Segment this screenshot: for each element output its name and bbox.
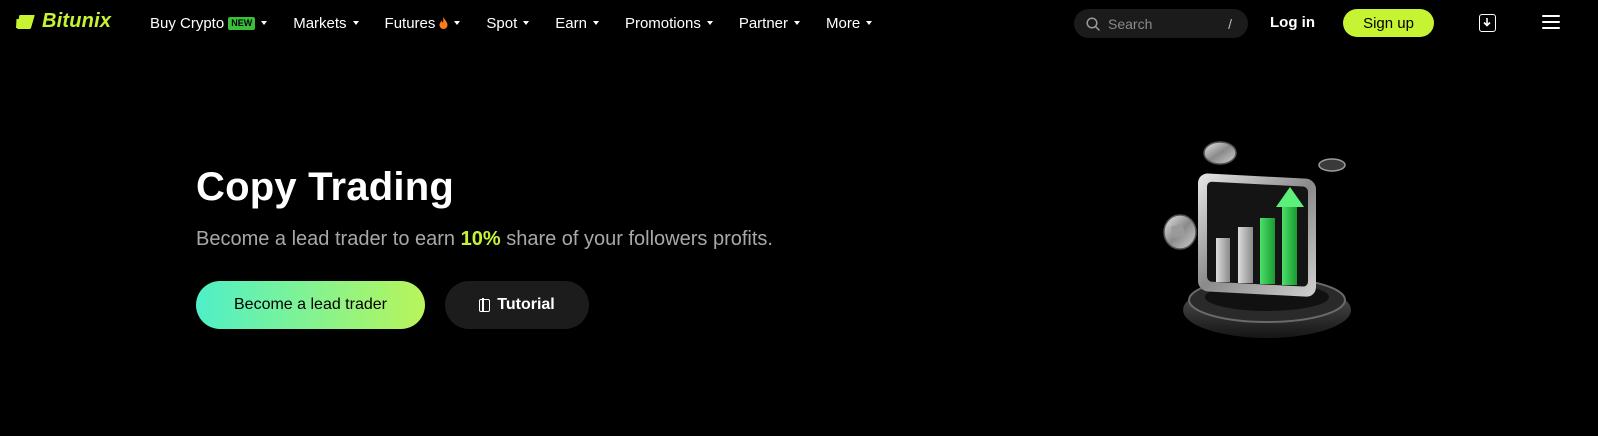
nav-label: Earn: [555, 14, 587, 32]
nav-label: More: [826, 14, 861, 32]
download-app-icon[interactable]: [1479, 14, 1496, 32]
nav-earn[interactable]: Earn: [555, 15, 599, 32]
brand-logo-icon: [16, 14, 35, 29]
chevron-down-icon: [523, 21, 530, 25]
nav-label: Promotions: [624, 14, 701, 32]
subtitle-highlight: 10%: [460, 228, 501, 250]
search-placeholder: Search: [1108, 15, 1153, 32]
chevron-down-icon: [866, 21, 873, 25]
chevron-down-icon: [454, 21, 461, 25]
search-shortcut-hint: /: [1228, 15, 1232, 32]
fire-icon: [439, 17, 448, 29]
nav-label: Buy Crypto: [150, 14, 225, 32]
signup-button[interactable]: Sign up: [1343, 9, 1434, 37]
main-nav: Buy Crypto NEW Markets Futures Spot Earn…: [150, 0, 898, 46]
nav-partner[interactable]: Partner: [738, 14, 801, 32]
search-icon: [1086, 16, 1100, 31]
brand-name: Bitunix: [42, 10, 112, 32]
search-input[interactable]: Search /: [1074, 9, 1248, 38]
become-lead-trader-button[interactable]: Become a lead trader: [196, 281, 425, 329]
chevron-down-icon: [592, 21, 599, 25]
nav-more[interactable]: More: [826, 14, 873, 32]
nav-futures[interactable]: Futures: [385, 15, 461, 32]
nav-label: Partner: [738, 14, 789, 32]
page-title: Copy Trading: [196, 165, 454, 209]
nav-buy-crypto[interactable]: Buy Crypto NEW: [150, 14, 268, 32]
tutorial-label: Tutorial: [497, 296, 555, 313]
nav-markets[interactable]: Markets: [293, 14, 359, 32]
nav-label: Spot: [486, 14, 518, 32]
chevron-down-icon: [706, 21, 713, 25]
nav-promotions[interactable]: Promotions: [625, 15, 713, 32]
chevron-down-icon: [352, 21, 359, 25]
download-arrow-icon: [1483, 18, 1491, 27]
nav-label: Markets: [293, 14, 347, 32]
brand-logo[interactable]: Bitunix: [16, 10, 111, 33]
top-navigation-bar: Bitunix Buy Crypto NEW Markets Futures S…: [0, 0, 1598, 46]
rising-bar-chart-illustration: [1163, 141, 1351, 338]
nav-label: Futures: [384, 14, 436, 32]
subtitle-text: Become a lead trader to earn: [196, 228, 461, 250]
login-link[interactable]: Log in: [1270, 14, 1315, 31]
tutorial-button[interactable]: Tutorial: [445, 281, 589, 329]
new-badge: NEW: [228, 16, 256, 30]
hero-subtitle: Become a lead trader to earn 10% share o…: [196, 228, 773, 251]
chevron-down-icon: [261, 21, 268, 25]
chevron-down-icon: [794, 21, 801, 25]
nav-spot[interactable]: Spot: [486, 14, 530, 32]
subtitle-text: share of your followers profits.: [500, 228, 773, 250]
book-icon: [479, 298, 491, 312]
hamburger-menu-icon[interactable]: [1542, 15, 1560, 29]
